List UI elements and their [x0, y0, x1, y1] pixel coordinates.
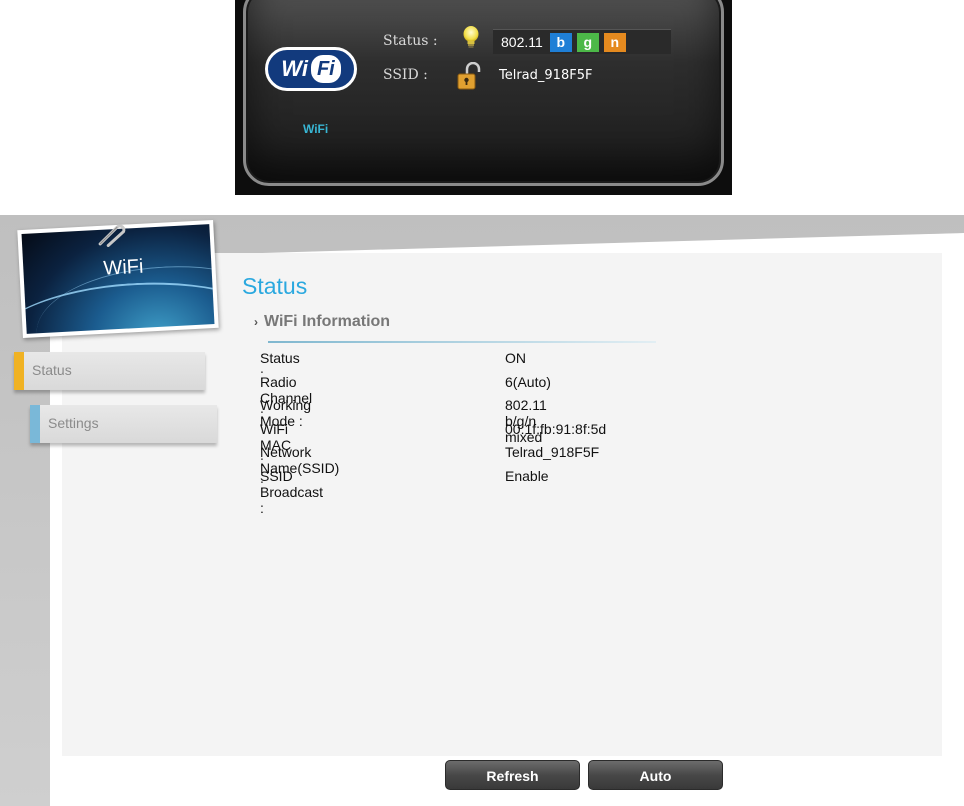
wifi-photo-card: WiFi: [17, 219, 219, 339]
section-heading: › WiFi Information: [254, 313, 390, 331]
sidebar-item-status[interactable]: Status: [14, 352, 205, 390]
sidebar-item-settings[interactable]: Settings: [30, 405, 217, 443]
row-value: Enable: [505, 467, 549, 484]
chevron-right-icon: ›: [254, 315, 258, 329]
wifi-standard-indicator: 802.11 b g n: [493, 29, 671, 54]
auto-button[interactable]: Auto: [588, 760, 723, 790]
photo-title: WiFi: [102, 255, 144, 280]
mode-badge-n: n: [603, 32, 626, 52]
content-area: [62, 253, 942, 771]
sidebar-item-label: Settings: [48, 415, 99, 431]
wifi-status-widget: Wi Fi Status : SSID : 802.11 b g n Telra…: [235, 0, 732, 195]
lightbulb-icon: [463, 26, 479, 48]
sidebar-accent-status: [14, 352, 24, 390]
logo-fi-text: Fi: [310, 55, 341, 83]
unlocked-padlock-icon: [457, 62, 481, 90]
row-value: 00:1f:fb:91:8f:5d: [505, 420, 607, 437]
logo-wi-text: Wi: [281, 56, 308, 81]
widget-ssid-value: Telrad_918F5F: [499, 68, 593, 83]
section-divider: [268, 341, 656, 343]
page-title: Status: [242, 273, 308, 299]
mode-badge-g: g: [576, 32, 599, 52]
refresh-button[interactable]: Refresh: [445, 760, 580, 790]
mode-badge-b: b: [549, 32, 572, 52]
widget-ssid-label: SSID :: [383, 67, 428, 83]
row-label: SSID Broadcast :: [260, 467, 324, 516]
widget-status-label: Status :: [383, 33, 438, 49]
section-heading-text: WiFi Information: [264, 313, 391, 330]
wifi-logo: Wi Fi: [265, 47, 357, 91]
sidebar-accent-settings: [30, 405, 40, 443]
widget-wifi-caption[interactable]: WiFi: [303, 122, 328, 136]
widget-panel: [243, 0, 724, 186]
wifi-settings-panel: WiFi Status Settings Status › WiFi Inform…: [0, 215, 964, 806]
paperclip-icon: [98, 224, 126, 247]
standard-text: 802.11: [501, 34, 543, 50]
row-value: 6(Auto): [505, 373, 551, 390]
sidebar-item-label: Status: [32, 362, 72, 378]
row-value: Telrad_918F5F: [505, 444, 600, 460]
row-value: ON: [505, 350, 526, 366]
